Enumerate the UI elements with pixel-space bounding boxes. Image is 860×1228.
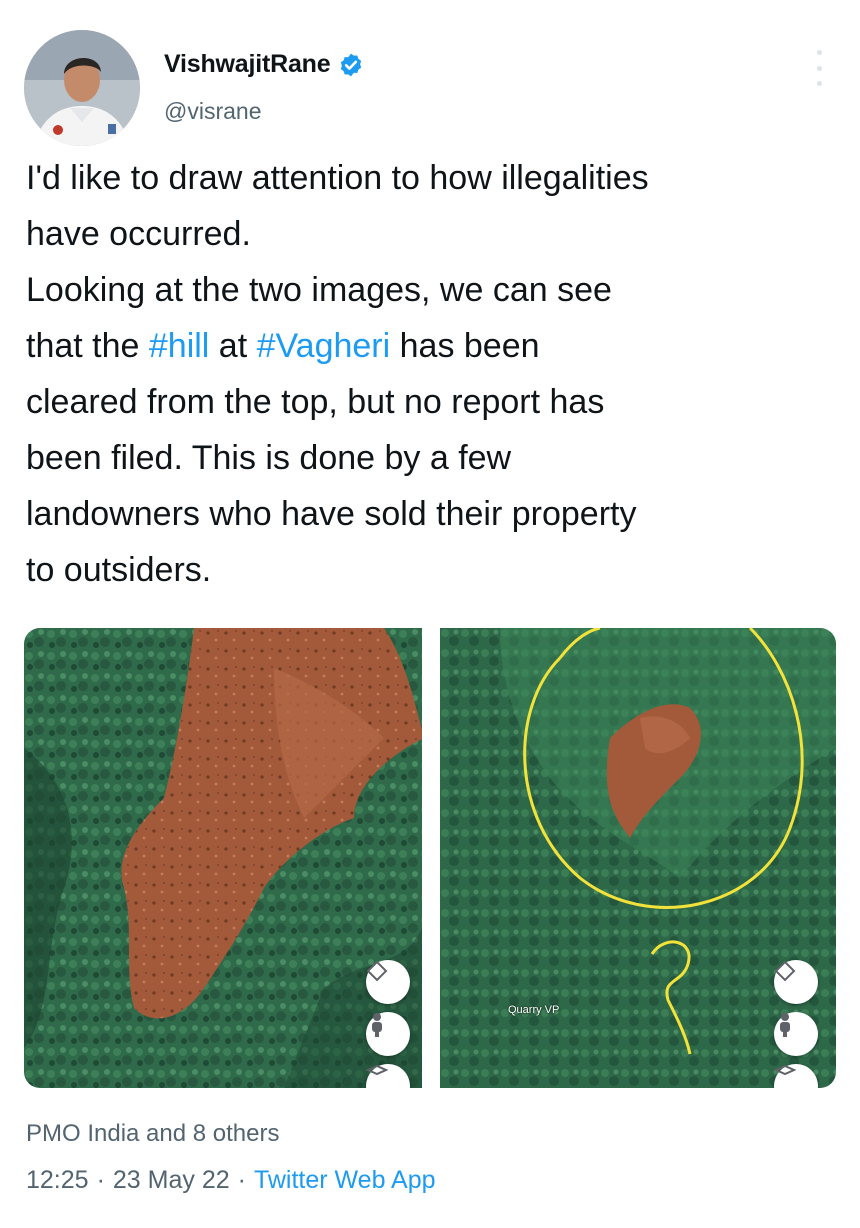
tweet-text-line: that the #hill at #Vagheri has been bbox=[26, 318, 846, 374]
satellite-image-left-graphic bbox=[24, 628, 422, 1088]
tweet-text-line: been filed. This is done by a few bbox=[26, 430, 846, 486]
satellite-image-before[interactable] bbox=[24, 628, 422, 1088]
tweet-date[interactable]: 23 May 22 bbox=[113, 1166, 230, 1195]
avatar-image bbox=[24, 30, 140, 146]
tweet-text-segment: to outsiders. bbox=[26, 551, 212, 589]
tweet-text-line: I'd like to draw attention to how illega… bbox=[26, 150, 846, 206]
tweet-text-segment: I'd like to draw attention to how illega… bbox=[26, 159, 649, 197]
street-view-icon[interactable] bbox=[774, 1012, 818, 1056]
tweet-media[interactable]: Quarry VP bbox=[24, 628, 836, 1088]
tweet-text-segment: have occurred. bbox=[26, 215, 251, 253]
liked-by-summary[interactable]: PMO India and 8 others bbox=[26, 1120, 279, 1148]
avatar[interactable] bbox=[24, 30, 140, 146]
hashtag-link[interactable]: #Vagheri bbox=[257, 327, 391, 365]
tweet-text-line: cleared from the top, but no report has bbox=[26, 374, 846, 430]
author-name-row[interactable]: VishwajitRane bbox=[164, 50, 364, 79]
tweet-text-line: landowners who have sold their property bbox=[26, 486, 846, 542]
map-place-label: Quarry VP bbox=[508, 1004, 560, 1016]
meta-separator: · bbox=[96, 1166, 105, 1194]
author-display-name[interactable]: VishwajitRane bbox=[164, 50, 331, 79]
satellite-image-after[interactable]: Quarry VP bbox=[440, 628, 836, 1088]
compass-icon[interactable] bbox=[774, 960, 818, 1004]
hashtag-link[interactable]: #hill bbox=[149, 327, 209, 365]
tweet-text-segment: that the bbox=[26, 327, 149, 365]
tweet-text-line: have occurred. bbox=[26, 206, 846, 262]
tweet-time[interactable]: 12:25 bbox=[26, 1166, 89, 1195]
tweet-text-line: to outsiders. bbox=[26, 542, 846, 598]
tweet-text-segment: landowners who have sold their property bbox=[26, 495, 637, 533]
meta-separator: · bbox=[237, 1166, 246, 1194]
tweet-text-segment: Looking at the two images, we can see bbox=[26, 271, 612, 309]
tweet-source-link[interactable]: Twitter Web App bbox=[254, 1166, 436, 1195]
tweet-text-segment: cleared from the top, but no report has bbox=[26, 383, 605, 421]
tweet-card: VishwajitRane @visrane I'd like to draw … bbox=[0, 0, 860, 1228]
street-view-icon[interactable] bbox=[366, 1012, 410, 1056]
tweet-text-line: Looking at the two images, we can see bbox=[26, 262, 846, 318]
verified-badge-icon bbox=[341, 53, 362, 76]
tweet-text-segment: at bbox=[209, 327, 257, 365]
more-options-icon[interactable] bbox=[812, 50, 826, 86]
compass-icon[interactable] bbox=[366, 960, 410, 1004]
tweet-text-segment: has been bbox=[390, 327, 540, 365]
tweet-text-segment: been filed. This is done by a few bbox=[26, 439, 512, 477]
tweet-text: I'd like to draw attention to how illega… bbox=[26, 150, 846, 598]
author-handle[interactable]: @visrane bbox=[164, 98, 262, 125]
tweet-metadata: 12:25 · 23 May 22 · Twitter Web App bbox=[26, 1166, 436, 1195]
